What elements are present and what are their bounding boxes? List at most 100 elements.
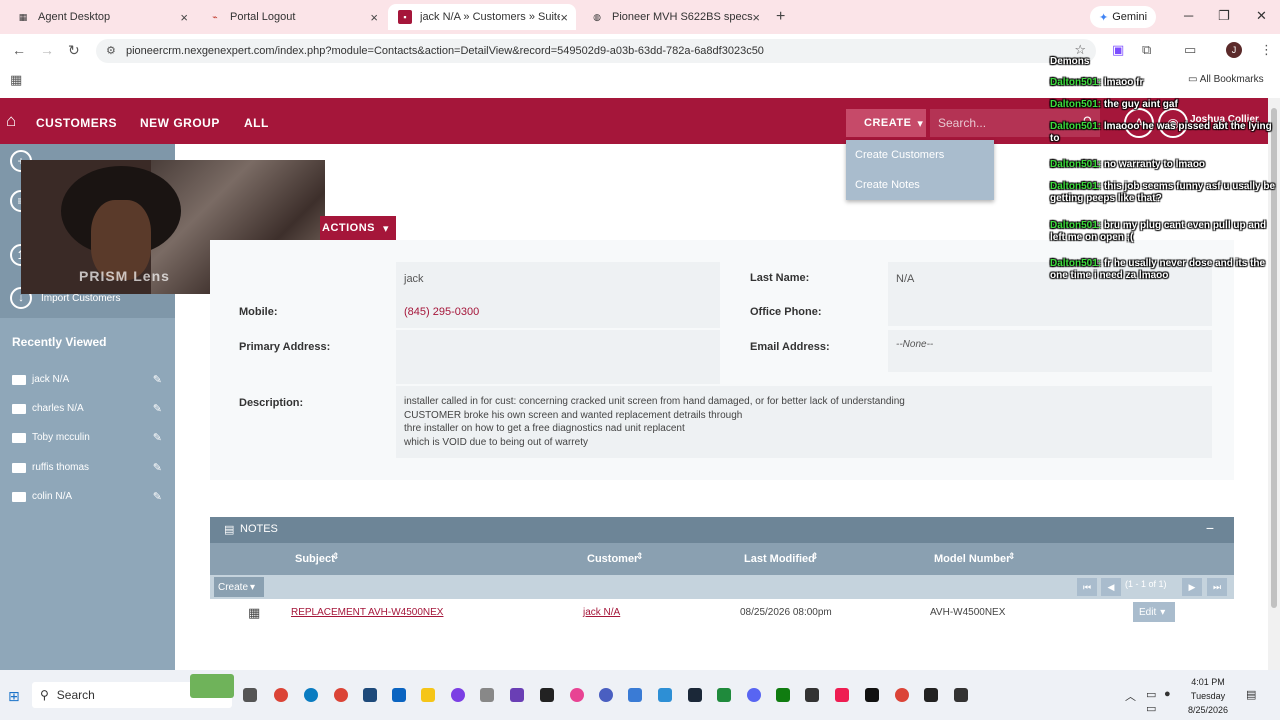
prev-page-icon[interactable]: ◀ <box>1101 578 1121 596</box>
last-page-icon[interactable]: ⏭ <box>1207 578 1227 596</box>
note-customer-link[interactable]: jack N/A <box>583 607 620 618</box>
next-page-icon[interactable]: ▶ <box>1182 578 1202 596</box>
recent-item[interactable]: colin N/A ✎ <box>12 490 164 503</box>
xbox-icon[interactable] <box>776 688 790 702</box>
edit-button[interactable]: Edit ▾ <box>1133 602 1175 622</box>
chrome-icon[interactable] <box>895 688 909 702</box>
app-icon[interactable] <box>628 688 642 702</box>
actions-button[interactable]: ACTIONS ▾ <box>320 216 396 240</box>
close-tab-icon[interactable]: × <box>370 10 378 25</box>
folder-icon <box>12 403 26 414</box>
create-button[interactable]: CREATE ▾ <box>846 109 926 137</box>
close-window-icon[interactable]: ✕ <box>1256 8 1267 24</box>
menu-item-create-customers[interactable]: Create Customers <box>846 140 994 170</box>
app-icon[interactable] <box>924 688 938 702</box>
steam-icon[interactable] <box>688 688 702 702</box>
outlook-icon[interactable] <box>392 688 406 702</box>
url-input[interactable]: ⚙ pioneercrm.nexgenexpert.com/index.php?… <box>96 39 1096 63</box>
app-icon[interactable] <box>658 688 672 702</box>
notes-create-button[interactable]: Create ▾ <box>214 577 264 597</box>
recent-item[interactable]: ruffis thomas ✎ <box>12 461 164 474</box>
tab-pioneer-specs[interactable]: ◍ Pioneer MVH S622BS specs × <box>580 4 768 30</box>
recent-item[interactable]: charles N/A ✎ <box>12 402 164 415</box>
media-player-icon[interactable] <box>540 688 554 702</box>
app-icon[interactable] <box>865 688 879 702</box>
close-tab-icon[interactable]: × <box>752 10 760 25</box>
app-icon[interactable] <box>480 688 494 702</box>
tab-title: Portal Logout <box>230 11 296 23</box>
close-tab-icon[interactable]: × <box>180 10 188 25</box>
recent-item[interactable]: Toby mcculin ✎ <box>12 431 164 444</box>
column-subject[interactable]: Subject <box>295 553 335 565</box>
maximize-icon[interactable]: ❐ <box>1218 8 1230 24</box>
tray-chevron-icon[interactable]: ︿ <box>1125 688 1136 704</box>
tiktok-icon[interactable] <box>835 688 849 702</box>
nav-customers[interactable]: CUSTOMERS <box>36 116 117 130</box>
menu-item-create-notes[interactable]: Create Notes <box>846 170 994 200</box>
mobile-value[interactable]: (845) 295-0300 <box>396 296 720 328</box>
chrome-icon[interactable] <box>334 688 348 702</box>
sort-icon[interactable]: ⇕ <box>636 551 644 562</box>
back-icon[interactable]: ← <box>12 42 26 58</box>
folder-icon <box>12 462 26 473</box>
pencil-icon[interactable]: ✎ <box>153 431 162 444</box>
app-icon[interactable] <box>451 688 465 702</box>
home-icon[interactable]: ⌂ <box>6 111 16 131</box>
tab-portal-logout[interactable]: ⌁ Portal Logout × <box>198 4 386 30</box>
windows-start-icon[interactable]: ⊞ <box>8 688 20 705</box>
chat-user: Dalton501: <box>1050 220 1102 231</box>
file-explorer-icon[interactable] <box>421 688 435 702</box>
note-model: AVH-W4500NEX <box>930 607 1006 618</box>
suitecrm-icon: ▪ <box>398 10 412 24</box>
taskbar-clock[interactable]: 4:01 PM Tuesday 8/25/2026 <box>1180 675 1236 717</box>
app-icon[interactable] <box>599 688 613 702</box>
sort-icon[interactable]: ⇕ <box>1008 551 1016 562</box>
forward-icon[interactable]: → <box>40 42 54 58</box>
notifications-icon[interactable]: ▤ <box>1246 688 1256 701</box>
pencil-icon[interactable]: ✎ <box>153 461 162 474</box>
chrome-icon[interactable] <box>274 688 288 702</box>
app-icon[interactable] <box>363 688 377 702</box>
app-icon[interactable] <box>510 688 524 702</box>
column-customer[interactable]: Customer <box>587 553 638 565</box>
microphone-icon[interactable]: ● <box>1164 688 1171 700</box>
tab-title: jack N/A » Customers » SuiteCR <box>420 11 560 23</box>
pencil-icon[interactable]: ✎ <box>153 373 162 386</box>
network-icon[interactable]: ▭ <box>1146 688 1156 701</box>
chat-user: Dalton501: <box>1050 121 1102 132</box>
recent-item-label: charles N/A <box>32 403 84 414</box>
gemini-button[interactable]: ✦ Gemini <box>1090 6 1156 28</box>
weather-widget-icon[interactable] <box>190 674 234 698</box>
pencil-icon[interactable]: ✎ <box>153 402 162 415</box>
display-icon[interactable]: ▭ <box>1146 702 1156 715</box>
apps-grid-icon[interactable]: ▦ <box>10 72 22 88</box>
chat-text: lmaoo fr <box>1103 77 1144 88</box>
first-page-icon[interactable]: ⏮ <box>1077 578 1097 596</box>
note-subject-link[interactable]: REPLACEMENT AVH-W4500NEX <box>291 607 443 618</box>
collapse-icon[interactable]: − <box>1206 520 1214 536</box>
app-icon[interactable] <box>805 688 819 702</box>
sort-icon[interactable]: ⇕ <box>811 551 819 562</box>
column-last-modified[interactable]: Last Modified <box>744 553 815 565</box>
excel-icon[interactable] <box>717 688 731 702</box>
edge-icon[interactable] <box>304 688 318 702</box>
reload-icon[interactable]: ↻ <box>68 42 80 59</box>
site-info-icon[interactable]: ⚙ <box>106 44 116 57</box>
tab-suitecrm[interactable]: ▪ jack N/A » Customers » SuiteCR × <box>388 4 576 30</box>
new-tab-icon[interactable]: + <box>776 8 785 26</box>
nav-new-group[interactable]: NEW GROUP <box>140 116 220 130</box>
discord-icon[interactable] <box>747 688 761 702</box>
app-icon[interactable] <box>570 688 584 702</box>
app-icon[interactable] <box>954 688 968 702</box>
column-model-number[interactable]: Model Number <box>934 553 1010 565</box>
pencil-icon[interactable]: ✎ <box>153 490 162 503</box>
minimize-icon[interactable]: ─ <box>1184 8 1193 23</box>
nav-all[interactable]: ALL <box>244 116 269 130</box>
recent-item[interactable]: jack N/A ✎ <box>12 373 164 386</box>
folder-icon <box>12 432 26 443</box>
close-tab-icon[interactable]: × <box>560 10 568 25</box>
task-view-icon[interactable] <box>243 688 257 702</box>
notes-subpanel-header[interactable]: ▤ NOTES − <box>210 517 1234 543</box>
sort-icon[interactable]: ⇕ <box>332 551 340 562</box>
tab-agent-desktop[interactable]: ▦ Agent Desktop × <box>6 4 196 30</box>
